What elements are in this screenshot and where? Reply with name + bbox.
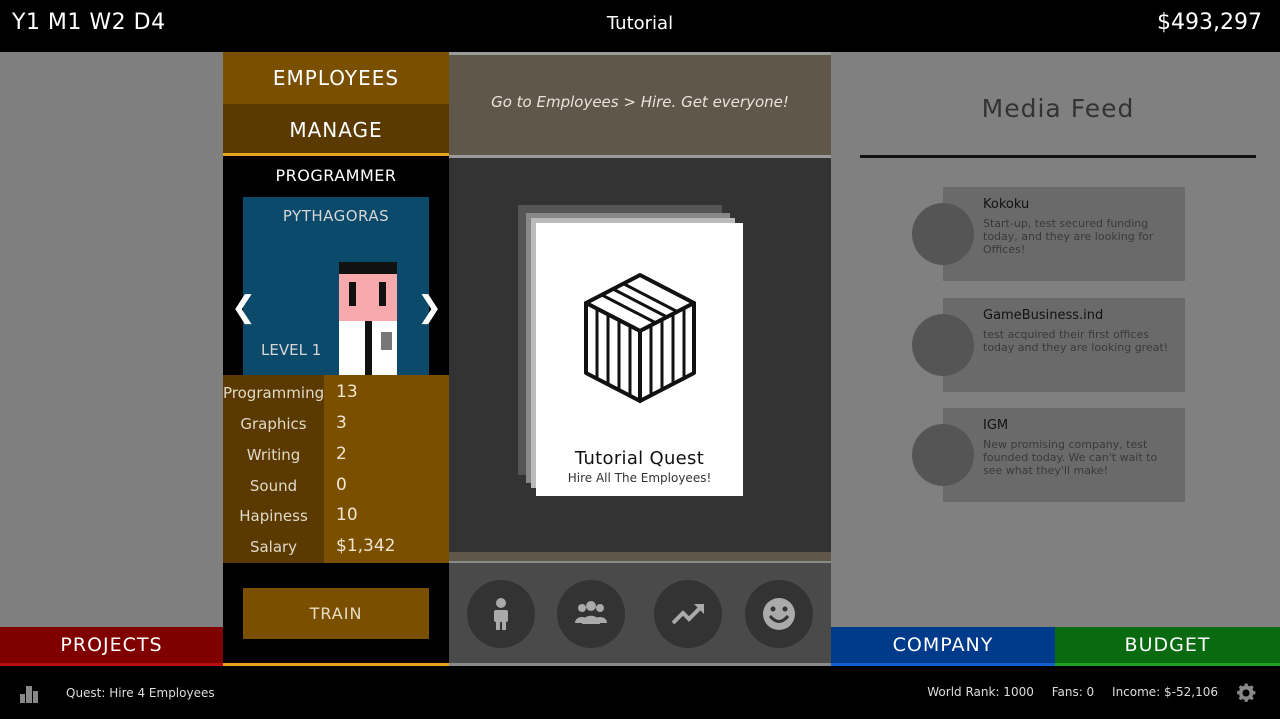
quest-card-area: Tutorial Quest Hire All The Employees! bbox=[449, 158, 831, 552]
current-quest: Quest: Hire 4 Employees bbox=[66, 686, 215, 700]
smiley-icon bbox=[763, 598, 795, 630]
stat-row: Graphics 3 bbox=[223, 408, 449, 439]
feed-source: IGM bbox=[983, 418, 1009, 433]
avatar bbox=[912, 203, 974, 265]
employee-level: LEVEL 1 bbox=[261, 341, 322, 359]
stat-value: 0 bbox=[336, 475, 347, 495]
left-background bbox=[0, 52, 223, 627]
group-icon bbox=[575, 601, 607, 624]
stat-label: Writing bbox=[246, 446, 301, 464]
world-rank: World Rank: 1000 bbox=[927, 685, 1034, 699]
page-title: Tutorial bbox=[606, 13, 674, 34]
stat-row: Salary $1,342 bbox=[223, 531, 449, 562]
income: Income: $-52,106 bbox=[1112, 685, 1218, 699]
company-tab[interactable]: COMPANY bbox=[831, 627, 1055, 666]
person-icon bbox=[494, 598, 508, 630]
status-bar: Quest: Hire 4 Employees World Rank: 1000… bbox=[0, 666, 1280, 719]
trends-button[interactable] bbox=[654, 580, 722, 648]
prev-employee-arrow-icon[interactable]: ❮ bbox=[231, 288, 256, 328]
stat-value: 2 bbox=[336, 444, 347, 464]
employee-sprite bbox=[339, 262, 397, 375]
feed-item: IGM New promising company, test founded … bbox=[943, 408, 1185, 502]
group-button[interactable] bbox=[557, 580, 625, 648]
money-display: $493,297 bbox=[1157, 10, 1262, 35]
stat-row: Sound 0 bbox=[223, 470, 449, 501]
stat-value: 3 bbox=[336, 413, 347, 433]
company-stats: World Rank: 1000 Fans: 0 Income: $-52,10… bbox=[913, 685, 1218, 699]
quest-subtitle: Hire All The Employees! bbox=[567, 471, 712, 485]
happiness-button[interactable] bbox=[745, 580, 813, 648]
manage-button[interactable]: MANAGE bbox=[223, 104, 449, 156]
employee-name: PYTHAGORAS bbox=[282, 207, 390, 225]
employee-panel: EMPLOYEES MANAGE PROGRAMMER PYTHAGORAS L… bbox=[223, 52, 449, 666]
stat-row: Hapiness 10 bbox=[223, 500, 449, 531]
feed-source: GameBusiness.ind bbox=[983, 308, 1104, 323]
train-button[interactable]: TRAIN bbox=[243, 588, 429, 639]
stat-label: Graphics bbox=[240, 415, 307, 433]
feed-text: test acquired their first offices today … bbox=[983, 328, 1169, 354]
quest-card[interactable]: Tutorial Quest Hire All The Employees! bbox=[536, 223, 743, 496]
fans-count: Fans: 0 bbox=[1051, 685, 1095, 699]
stat-value: 13 bbox=[336, 382, 358, 402]
top-bar: Y1 M1 W2 D4 Tutorial $493,297 bbox=[0, 0, 1280, 52]
employee-portrait: PYTHAGORAS LEVEL 1 bbox=[243, 197, 429, 375]
hint-text: Go to Employees > Hire. Get everyone! bbox=[491, 93, 789, 111]
stat-value: 10 bbox=[336, 505, 358, 525]
feed-item: Kokoku Start-up, test secured funding to… bbox=[943, 187, 1185, 281]
stat-row: Programming 13 bbox=[223, 377, 449, 408]
employees-button[interactable]: EMPLOYEES bbox=[223, 52, 449, 104]
gear-icon[interactable] bbox=[1234, 681, 1258, 705]
crate-icon bbox=[584, 273, 696, 403]
stat-value: $1,342 bbox=[336, 536, 396, 556]
stat-label: Sound bbox=[249, 477, 298, 495]
stat-row: Writing 2 bbox=[223, 439, 449, 470]
person-button[interactable] bbox=[467, 580, 535, 648]
employee-role: PROGRAMMER bbox=[275, 166, 397, 185]
stat-label: Programming bbox=[223, 384, 325, 402]
quest-title: Tutorial Quest bbox=[574, 448, 705, 469]
feed-item: GameBusiness.ind test acquired their fir… bbox=[943, 298, 1185, 392]
tutorial-hint: Go to Employees > Hire. Get everyone! bbox=[449, 52, 831, 158]
bar-chart-icon[interactable] bbox=[18, 682, 40, 704]
stat-label: Salary bbox=[249, 538, 298, 556]
avatar bbox=[912, 314, 974, 376]
projects-tab[interactable]: PROJECTS bbox=[0, 627, 223, 666]
game-screen: Y1 M1 W2 D4 Tutorial $493,297 EMPLOYEES … bbox=[0, 0, 1280, 719]
trending-up-icon bbox=[671, 604, 704, 625]
employee-stats: Programming 13 Graphics 3 Writing 2 Soun… bbox=[223, 375, 449, 563]
feed-text: New promising company, test founded toda… bbox=[983, 438, 1158, 477]
feed-source: Kokoku bbox=[983, 197, 1030, 212]
budget-tab[interactable]: BUDGET bbox=[1055, 627, 1280, 666]
next-employee-arrow-icon[interactable]: ❯ bbox=[417, 288, 442, 328]
action-bar bbox=[449, 561, 831, 666]
feed-text: Start-up, test secured funding today, an… bbox=[983, 217, 1154, 256]
stat-label: Hapiness bbox=[239, 507, 308, 525]
media-feed-title: Media Feed bbox=[981, 94, 1135, 123]
avatar bbox=[912, 424, 974, 486]
